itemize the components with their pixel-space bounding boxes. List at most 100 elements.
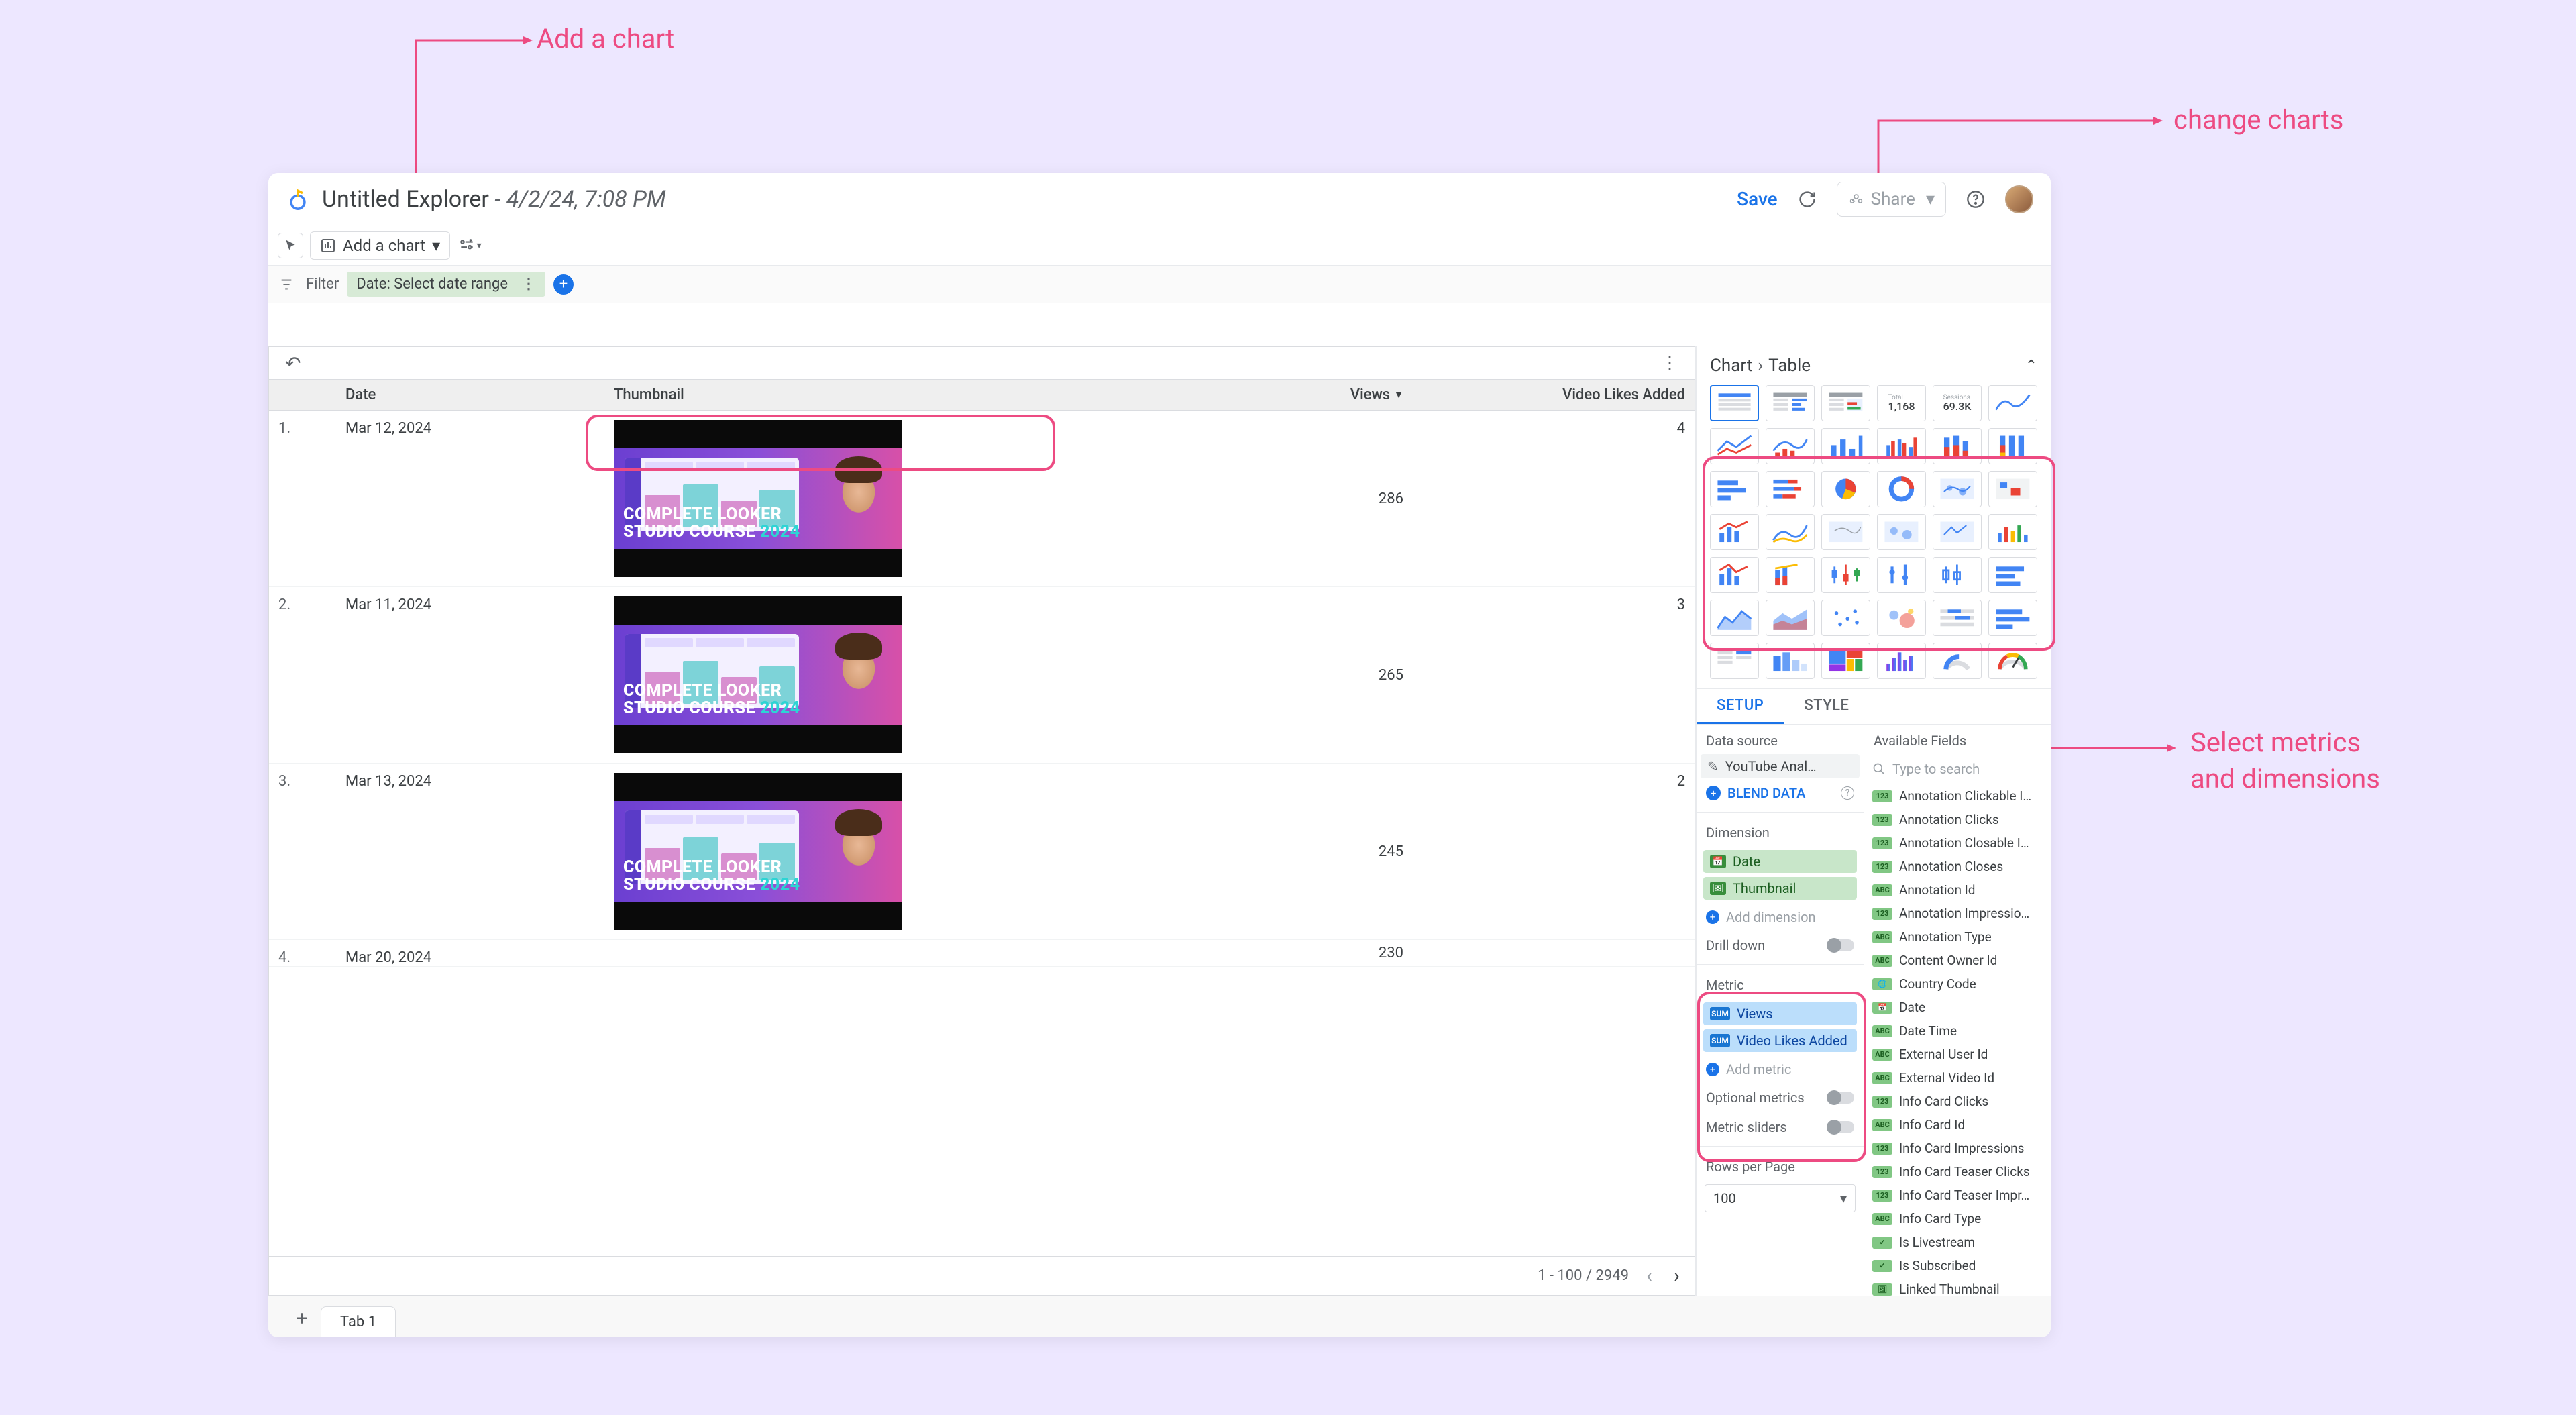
metric-views[interactable]: SUMViews: [1703, 1002, 1857, 1025]
cursor-tool[interactable]: [278, 233, 303, 258]
table-row[interactable]: 4. Mar 20, 2024 230: [269, 940, 1695, 967]
chart-type-option[interactable]: [1710, 428, 1759, 464]
save-button[interactable]: Save: [1737, 188, 1778, 210]
dimension-thumbnail[interactable]: 🖼Thumbnail: [1703, 877, 1857, 900]
field-item[interactable]: ABCInfo Card Type: [1864, 1207, 2051, 1230]
avatar[interactable]: [2005, 185, 2033, 213]
field-item[interactable]: 123Info Card Teaser Impr…: [1864, 1184, 2051, 1207]
chart-menu-button[interactable]: ⋮: [1653, 353, 1686, 373]
field-item[interactable]: ✓Is Subscribed: [1864, 1254, 2051, 1277]
field-item[interactable]: ABCInfo Card Id: [1864, 1113, 2051, 1137]
table-row[interactable]: 2. Mar 11, 2024 COMPLETE LOOKERSTUDIO CO…: [269, 587, 1695, 764]
field-item[interactable]: 📅Date: [1864, 996, 2051, 1019]
chart-type-option[interactable]: [1988, 643, 2037, 679]
optional-metrics-toggle[interactable]: Optional metrics: [1697, 1083, 1864, 1112]
field-item[interactable]: 123Info Card Impressions: [1864, 1137, 2051, 1160]
help-button[interactable]: [1962, 186, 1989, 213]
field-item[interactable]: ABCAnnotation Id: [1864, 878, 2051, 902]
date-range-chip[interactable]: Date: Select date range ⋮: [347, 272, 545, 297]
field-item[interactable]: ✓Is Livestream: [1864, 1230, 2051, 1254]
chart-type-option[interactable]: [1710, 385, 1759, 421]
chart-type-option[interactable]: [1710, 643, 1759, 679]
pager-prev[interactable]: ‹: [1642, 1264, 1656, 1288]
data-source-chip[interactable]: ✎ YouTube Anal…: [1701, 754, 1860, 778]
chart-type-option[interactable]: [1821, 428, 1870, 464]
field-search[interactable]: Type to search: [1864, 754, 2051, 784]
table-row[interactable]: 3. Mar 13, 2024 COMPLETE LOOKERSTUDIO CO…: [269, 764, 1695, 940]
chart-type-option[interactable]: [1988, 471, 2037, 507]
rows-per-page-select[interactable]: 100▾: [1705, 1184, 1856, 1212]
field-item[interactable]: 123Annotation Clickable I…: [1864, 784, 2051, 808]
chart-type-option[interactable]: [1710, 514, 1759, 550]
undo-button[interactable]: ↶: [285, 352, 301, 374]
chart-type-option[interactable]: [1766, 428, 1815, 464]
chart-type-option[interactable]: [1710, 600, 1759, 636]
chart-type-option[interactable]: [1933, 471, 1982, 507]
chart-type-option[interactable]: [1766, 471, 1815, 507]
dimension-date[interactable]: 📅Date: [1703, 850, 1857, 873]
field-item[interactable]: 123Annotation Clicks: [1864, 808, 2051, 831]
breadcrumb-chart[interactable]: Chart: [1710, 356, 1752, 376]
chart-type-option[interactable]: [1877, 643, 1926, 679]
chart-type-option[interactable]: [1988, 428, 2037, 464]
col-date[interactable]: Date: [336, 380, 604, 410]
chart-type-option[interactable]: [1933, 600, 1982, 636]
field-item[interactable]: 🌐Country Code: [1864, 972, 2051, 996]
chart-type-option[interactable]: [1821, 557, 1870, 593]
col-thumbnail[interactable]: Thumbnail: [604, 380, 1185, 410]
add-filter-button[interactable]: +: [553, 274, 574, 295]
field-item[interactable]: ABCDate Time: [1864, 1019, 2051, 1043]
field-item[interactable]: 123Annotation Closes: [1864, 855, 2051, 878]
collapse-icon[interactable]: ⌃: [2025, 358, 2037, 374]
field-item[interactable]: 123Annotation Impressio…: [1864, 902, 2051, 925]
chart-type-option[interactable]: [1933, 557, 1982, 593]
chart-type-option[interactable]: [1933, 428, 1982, 464]
chart-type-option[interactable]: [1877, 557, 1926, 593]
chart-type-option[interactable]: [1710, 471, 1759, 507]
chip-menu-icon[interactable]: ⋮: [521, 276, 536, 293]
chart-type-option[interactable]: [1821, 385, 1870, 421]
chart-type-option[interactable]: [1710, 557, 1759, 593]
field-item[interactable]: 123Info Card Teaser Clicks: [1864, 1160, 2051, 1184]
chart-type-option[interactable]: [1766, 557, 1815, 593]
chart-type-option[interactable]: [1766, 643, 1815, 679]
chart-type-option[interactable]: [1821, 471, 1870, 507]
tab-1[interactable]: Tab 1: [321, 1306, 396, 1337]
add-tab-button[interactable]: +: [288, 1305, 315, 1332]
refresh-button[interactable]: [1794, 186, 1821, 213]
field-item[interactable]: ABCExternal Video Id: [1864, 1066, 2051, 1090]
chart-type-option[interactable]: [1988, 557, 2037, 593]
chart-type-option[interactable]: Sessions69.3K: [1933, 385, 1982, 421]
field-item[interactable]: ABCContent Owner Id: [1864, 949, 2051, 972]
blend-data-button[interactable]: + BLEND DATA ?: [1697, 778, 1864, 808]
chart-type-option[interactable]: Total1,168: [1877, 385, 1926, 421]
share-button[interactable]: Share ▾: [1837, 182, 1946, 217]
chart-type-option[interactable]: [1821, 514, 1870, 550]
pager-next[interactable]: ›: [1670, 1264, 1684, 1288]
field-item[interactable]: 🖼Linked Thumbnail: [1864, 1277, 2051, 1296]
chart-type-option[interactable]: [1933, 643, 1982, 679]
chart-type-option[interactable]: [1933, 514, 1982, 550]
chart-type-option[interactable]: [1766, 385, 1815, 421]
drill-down-toggle[interactable]: Drill down: [1697, 931, 1864, 960]
chart-type-option[interactable]: [1877, 471, 1926, 507]
chart-type-option[interactable]: [1766, 600, 1815, 636]
chart-type-option[interactable]: [1821, 643, 1870, 679]
field-item[interactable]: 123Info Card Clicks: [1864, 1090, 2051, 1113]
chart-type-option[interactable]: [1877, 428, 1926, 464]
metric-likes[interactable]: SUMVideo Likes Added: [1703, 1029, 1857, 1052]
metric-sliders-toggle[interactable]: Metric sliders: [1697, 1112, 1864, 1142]
chart-type-option[interactable]: [1877, 600, 1926, 636]
chart-type-option[interactable]: [1766, 514, 1815, 550]
chart-type-option[interactable]: [1988, 385, 2037, 421]
tab-setup[interactable]: SETUP: [1697, 689, 1784, 724]
field-item[interactable]: ABCAnnotation Type: [1864, 925, 2051, 949]
table-chart[interactable]: ↶ ⋮ Date Thumbnail Views▼ Video Likes Ad…: [268, 346, 1695, 1296]
field-item[interactable]: 123Annotation Closable I…: [1864, 831, 2051, 855]
chart-type-option[interactable]: [1821, 600, 1870, 636]
info-icon[interactable]: ?: [1841, 786, 1854, 800]
col-likes[interactable]: Video Likes Added: [1413, 380, 1695, 410]
add-control-button[interactable]: ▾: [457, 233, 482, 258]
chart-type-option[interactable]: [1988, 600, 2037, 636]
add-chart-button[interactable]: Add a chart ▾: [310, 231, 450, 260]
